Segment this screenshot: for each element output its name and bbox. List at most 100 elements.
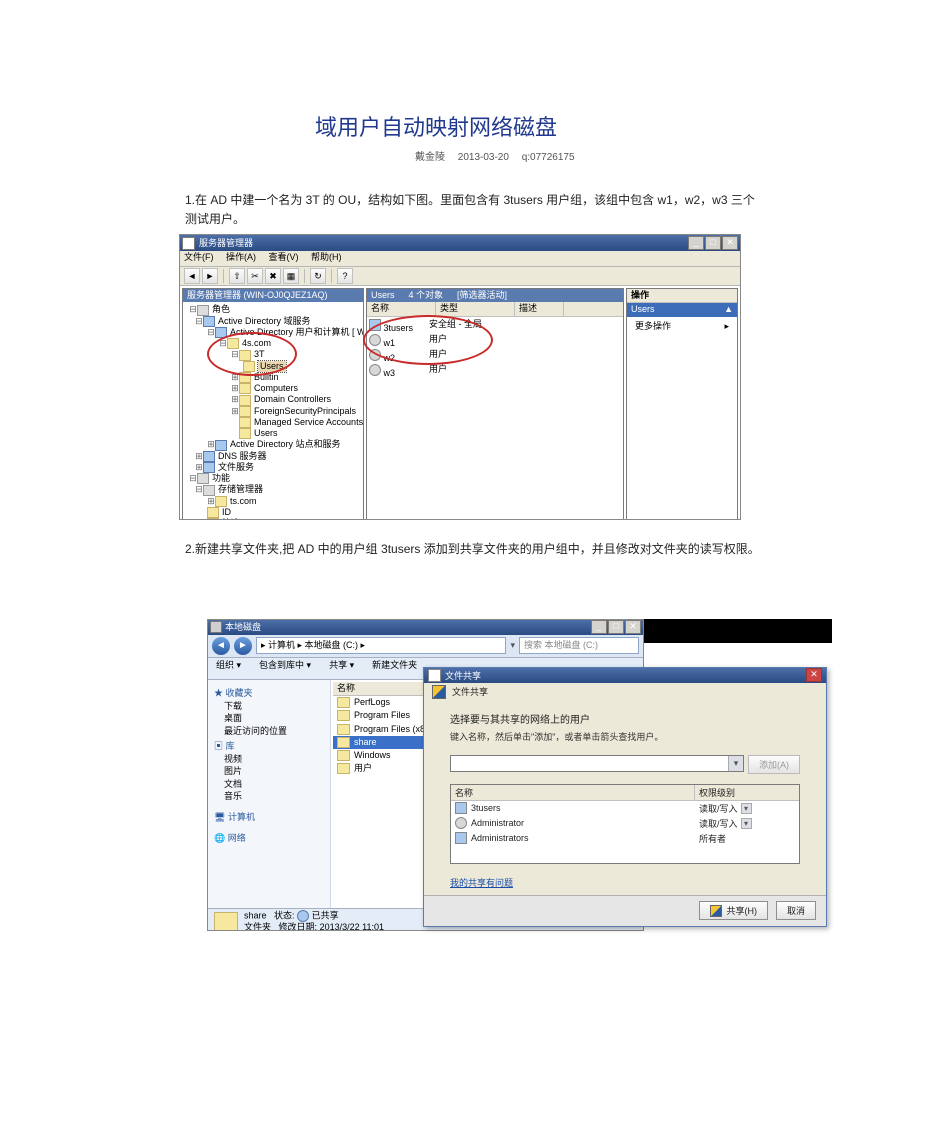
minimize-btn[interactable]: _ bbox=[688, 236, 704, 250]
side-item[interactable]: 图片 bbox=[214, 766, 324, 777]
tree-computers[interactable]: Computers bbox=[254, 383, 298, 393]
tb-organize[interactable]: 组织 ▾ bbox=[216, 660, 241, 677]
perm-col-perm[interactable]: 权限级别 bbox=[695, 785, 799, 800]
share-button[interactable]: 共享(H) bbox=[699, 901, 768, 920]
list-row[interactable]: w1 用户 bbox=[369, 334, 621, 349]
tb-share[interactable]: 共享 ▾ bbox=[329, 660, 354, 677]
side-lib[interactable]: ▣ 库 bbox=[214, 741, 324, 752]
path-box[interactable]: ▸ 计算机 ▸ 本地磁盘 (C:) ▸ bbox=[256, 637, 506, 654]
help-link[interactable]: 我的共享有问题 bbox=[450, 876, 513, 889]
add-button[interactable]: 添加(A) bbox=[748, 755, 800, 774]
tree-fsp[interactable]: ForeignSecurityPrincipals bbox=[254, 406, 356, 416]
side-computer[interactable]: 🖥 计算机 bbox=[214, 812, 324, 823]
shield-icon bbox=[710, 905, 722, 917]
search-input[interactable]: 搜索 本地磁盘 (C:) bbox=[519, 637, 639, 654]
app-icon bbox=[182, 237, 195, 250]
user-combobox[interactable]: ▾ bbox=[450, 755, 744, 772]
tree-ou-3t[interactable]: 3T bbox=[254, 349, 265, 359]
status-name: share bbox=[244, 911, 267, 921]
tb-refresh[interactable]: ↻ bbox=[310, 268, 326, 284]
menu-action[interactable]: 操作(A) bbox=[226, 252, 256, 262]
tb-props[interactable]: ▦ bbox=[283, 268, 299, 284]
list-row[interactable]: w2 用户 bbox=[369, 349, 621, 364]
tb-newfolder[interactable]: 新建文件夹 bbox=[372, 660, 417, 677]
side-item[interactable]: 桌面 bbox=[214, 713, 324, 724]
chevron-down-icon[interactable]: ▾ bbox=[728, 756, 743, 771]
dialog-heading: 选择要与其共享的网络上的用户 bbox=[450, 711, 800, 726]
tree-msa[interactable]: Managed Service Accounts bbox=[254, 417, 363, 427]
tree-storage[interactable]: 存储管理器 bbox=[218, 484, 263, 494]
list-row[interactable]: 3tusers 安全组 - 全局 bbox=[369, 319, 621, 334]
perm-row[interactable]: 3tusers 读取/写入▾ bbox=[451, 801, 799, 816]
tb-cut[interactable]: ✂ bbox=[247, 268, 263, 284]
tree-pane: 服务器管理器 (WIN-OJ0QJEZ1AQ) ⊟角色 ⊟Active Dire… bbox=[182, 288, 364, 520]
tb-up[interactable]: ⇧ bbox=[229, 268, 245, 284]
actions-selected[interactable]: Users▲ bbox=[627, 303, 737, 316]
perm-row[interactable]: Administrators 所有者 bbox=[451, 831, 799, 846]
perm-dd[interactable]: ▾ bbox=[741, 803, 752, 814]
tree-ad-sites[interactable]: Active Directory 站点和服务 bbox=[230, 439, 341, 449]
col-desc[interactable]: 描述 bbox=[515, 302, 564, 315]
list-title-b: 4 个对象 bbox=[409, 290, 444, 301]
author: 戴金陵 bbox=[415, 152, 445, 163]
perm-dd[interactable]: ▾ bbox=[741, 818, 752, 829]
dialog-footer: 共享(H) 取消 bbox=[424, 895, 826, 926]
tree-ad-users[interactable]: Active Directory 用户和计算机 [ WI bbox=[230, 327, 364, 337]
minimize-btn[interactable]: _ bbox=[591, 620, 607, 634]
col-name[interactable]: 名称 bbox=[367, 302, 436, 315]
step1-text: 1.在 AD 中建一个名为 3T 的 OU，结构如下图。里面包含有 3tuser… bbox=[185, 191, 760, 228]
menu-view[interactable]: 查看(V) bbox=[269, 252, 299, 262]
black-background-strip bbox=[642, 619, 832, 643]
tb-help[interactable]: ? bbox=[337, 268, 353, 284]
drive-icon bbox=[210, 621, 222, 633]
side-item[interactable]: 音乐 bbox=[214, 791, 324, 802]
side-network[interactable]: 🌐 网络 bbox=[214, 833, 324, 844]
list-title-c: [筛选器活动] bbox=[457, 290, 507, 301]
close-btn[interactable]: ✕ bbox=[722, 236, 738, 250]
menu-help[interactable]: 帮助(H) bbox=[311, 252, 342, 262]
qq: q:07726175 bbox=[522, 152, 575, 163]
tree-storage-c[interactable]: 筛选 bbox=[222, 518, 240, 520]
side-item[interactable]: 最近访问的位置 bbox=[214, 726, 324, 737]
tb-del[interactable]: ✖ bbox=[265, 268, 281, 284]
tree-users2[interactable]: Users bbox=[254, 428, 278, 438]
tree-header: 服务器管理器 (WIN-OJ0QJEZ1AQ) bbox=[183, 289, 363, 302]
status-type: 文件夹 bbox=[244, 922, 271, 931]
tree-dns[interactable]: DNS 服务器 bbox=[218, 451, 267, 461]
tree-storage-a[interactable]: ts.com bbox=[230, 496, 257, 506]
tree-users-sel[interactable]: Users bbox=[258, 361, 286, 372]
list-row[interactable]: w3 用户 bbox=[369, 364, 621, 379]
tb-include[interactable]: 包含到库中 ▾ bbox=[259, 660, 311, 677]
tree-root[interactable]: 角色 bbox=[212, 304, 230, 314]
dialog-close[interactable]: ✕ bbox=[806, 668, 822, 682]
status-state: 已共享 bbox=[312, 911, 339, 921]
tree-dcs[interactable]: Domain Controllers bbox=[254, 394, 331, 404]
tree-ad-domain[interactable]: Active Directory 域服务 bbox=[218, 316, 311, 326]
perm-col-name[interactable]: 名称 bbox=[451, 785, 695, 800]
tree-builtin[interactable]: Builtin bbox=[254, 372, 279, 382]
back-button[interactable]: ◄ bbox=[212, 637, 230, 655]
tree-file-svc[interactable]: 文件服务 bbox=[218, 462, 254, 472]
side-item[interactable]: 下载 bbox=[214, 701, 324, 712]
list-rows: 3tusers 安全组 - 全局 w1 用户 w2 用户 w3 用户 bbox=[367, 317, 623, 382]
tree-domain[interactable]: 4s.com bbox=[242, 338, 271, 348]
actions-more[interactable]: 更多操作▸ bbox=[627, 317, 737, 336]
menu-file[interactable]: 文件(F) bbox=[184, 252, 214, 262]
col-type[interactable]: 类型 bbox=[436, 302, 515, 315]
forward-button[interactable]: ► bbox=[234, 637, 252, 655]
tree-features[interactable]: 功能 bbox=[212, 473, 230, 483]
user-icon bbox=[455, 817, 467, 829]
cancel-button[interactable]: 取消 bbox=[776, 901, 816, 920]
side-fav[interactable]: ★ 收藏夹 bbox=[214, 688, 324, 699]
perm-row[interactable]: Administrator 读取/写入▾ bbox=[451, 816, 799, 831]
dialog-icon bbox=[428, 669, 441, 682]
tree-storage-b[interactable]: ID bbox=[222, 507, 231, 517]
maximize-btn[interactable]: □ bbox=[608, 620, 624, 634]
side-item[interactable]: 视频 bbox=[214, 754, 324, 765]
shared-icon bbox=[297, 910, 309, 922]
side-item[interactable]: 文档 bbox=[214, 779, 324, 790]
maximize-btn[interactable]: □ bbox=[705, 236, 721, 250]
tb-back[interactable]: ◄ bbox=[184, 268, 200, 284]
close-btn[interactable]: ✕ bbox=[625, 620, 641, 634]
tb-fwd[interactable]: ► bbox=[202, 268, 218, 284]
